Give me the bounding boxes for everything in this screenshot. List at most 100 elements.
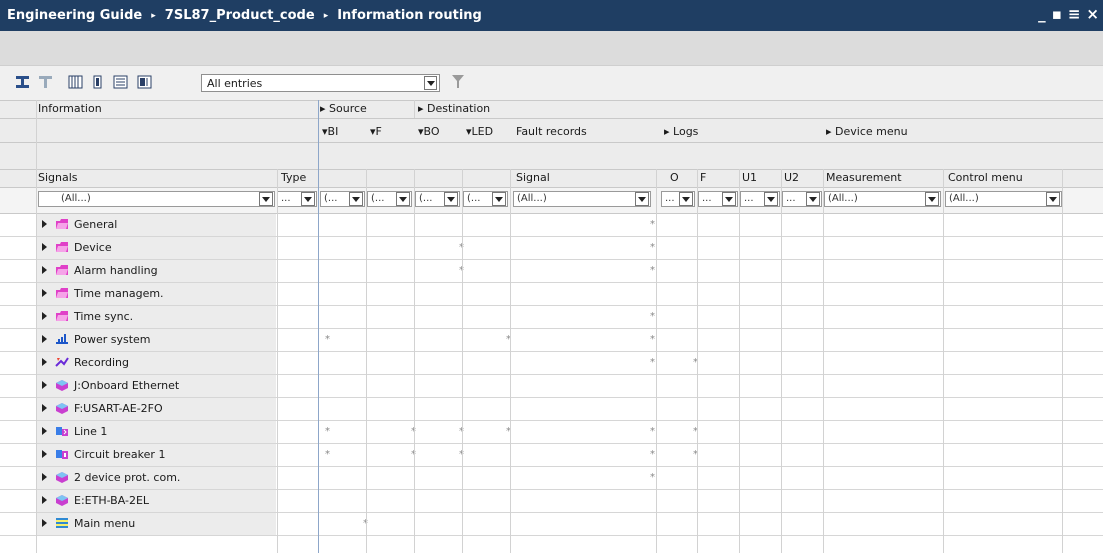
row-label[interactable]: Alarm handling — [42, 259, 158, 281]
table-row[interactable]: Power system * * * — [0, 328, 1103, 351]
control-menu-header[interactable]: Control menu — [948, 171, 1023, 184]
table-row[interactable]: Circuit breaker 1***** — [0, 443, 1103, 466]
routing-mark-o[interactable]: * — [650, 219, 655, 230]
expand-arrow-icon[interactable] — [42, 266, 47, 274]
minimize-icon[interactable]: _ — [1038, 5, 1046, 23]
chevron-down-icon[interactable] — [396, 192, 410, 206]
routing-mark-o[interactable]: * — [650, 334, 655, 345]
expand-arrow-icon[interactable] — [42, 220, 47, 228]
table-row[interactable]: Line 1****** — [0, 420, 1103, 443]
routing-mark-o[interactable]: * — [650, 242, 655, 253]
columns-icon[interactable] — [67, 74, 84, 90]
expand-icon[interactable] — [37, 74, 54, 90]
type-header[interactable]: Type — [281, 171, 306, 184]
expand-arrow-icon[interactable] — [42, 243, 47, 251]
expand-arrow-icon[interactable] — [42, 312, 47, 320]
chevron-down-icon[interactable] — [259, 192, 273, 206]
table-row[interactable]: General * — [0, 213, 1103, 236]
routing-mark-o[interactable]: * — [650, 357, 655, 368]
chevron-down-icon[interactable] — [492, 192, 506, 206]
row-label[interactable]: J:Onboard Ethernet — [42, 374, 179, 396]
f-log-filter[interactable]: ... — [698, 191, 738, 207]
f-column-header[interactable]: ▾F — [370, 125, 382, 138]
routing-mark-bi[interactable]: * — [325, 426, 330, 437]
table-row[interactable]: J:Onboard Ethernet — [0, 374, 1103, 397]
split-icon[interactable] — [136, 74, 153, 90]
row-label[interactable]: E:ETH-BA-2EL — [42, 489, 149, 511]
routing-mark-o[interactable]: * — [650, 472, 655, 483]
u2-filter[interactable]: ... — [782, 191, 822, 207]
chevron-down-icon[interactable] — [444, 192, 458, 206]
routing-mark-o[interactable]: * — [650, 449, 655, 460]
u2-header[interactable]: U2 — [784, 171, 799, 184]
routing-mark-o[interactable]: * — [650, 311, 655, 322]
routing-mark-bi[interactable]: * — [325, 449, 330, 460]
signals-header[interactable]: Signals — [38, 171, 78, 184]
chevron-down-icon[interactable] — [764, 192, 778, 206]
f-log-header[interactable]: F — [700, 171, 706, 184]
table-row[interactable]: Time sync. * — [0, 305, 1103, 328]
table-row[interactable]: Main menu* — [0, 512, 1103, 535]
bi-column-header[interactable]: ▾BI — [322, 125, 338, 138]
bo-filter[interactable]: (... — [415, 191, 460, 207]
row-label[interactable]: Power system — [42, 328, 151, 350]
row-label[interactable]: General — [42, 213, 117, 235]
chevron-down-icon[interactable] — [679, 192, 693, 206]
destination-header[interactable]: ▸ Destination — [418, 102, 490, 115]
table-row[interactable]: Device** — [0, 236, 1103, 259]
device-menu-header[interactable]: ▸ Device menu — [826, 125, 908, 138]
expand-arrow-icon[interactable] — [42, 450, 47, 458]
table-row[interactable]: Recording * * — [0, 351, 1103, 374]
signal-filter[interactable]: (All...) — [513, 191, 651, 207]
bo-column-header[interactable]: ▾BO — [418, 125, 440, 138]
led-column-header[interactable]: ▾LED — [466, 125, 493, 138]
insert-row-icon[interactable] — [14, 74, 31, 90]
routing-mark-bi[interactable]: * — [325, 334, 330, 345]
row-label[interactable]: F:USART-AE-2FO — [42, 397, 163, 419]
breadcrumb-information-routing[interactable]: Information routing — [337, 8, 482, 23]
funnel-icon[interactable] — [452, 75, 464, 92]
measurement-header[interactable]: Measurement — [826, 171, 902, 184]
row-label[interactable]: Main menu — [42, 512, 135, 534]
expand-arrow-icon[interactable] — [42, 427, 47, 435]
information-header[interactable]: Information — [38, 102, 102, 115]
led-filter[interactable]: (... — [463, 191, 508, 207]
table-row[interactable]: Time managem. — [0, 282, 1103, 305]
row-label[interactable]: Recording — [42, 351, 129, 373]
restore-icon[interactable]: ▪ — [1052, 5, 1062, 23]
menu-icon[interactable]: ≡ — [1068, 5, 1081, 23]
row-label[interactable]: Device — [42, 236, 112, 258]
breadcrumb-engineering-guide[interactable]: Engineering Guide — [7, 8, 142, 23]
chevron-down-icon[interactable] — [925, 192, 939, 206]
row-label[interactable]: Time sync. — [42, 305, 133, 327]
chevron-down-icon[interactable] — [301, 192, 315, 206]
entries-filter-select[interactable]: All entries — [201, 74, 440, 92]
o-header[interactable]: O — [670, 171, 679, 184]
table-row[interactable]: E:ETH-BA-2EL — [0, 489, 1103, 512]
chevron-down-icon[interactable] — [806, 192, 820, 206]
expand-arrow-icon[interactable] — [42, 404, 47, 412]
table-row[interactable]: F:USART-AE-2FO — [0, 397, 1103, 420]
bi-filter[interactable]: (... — [320, 191, 365, 207]
close-icon[interactable]: × — [1086, 5, 1099, 23]
signal-header[interactable]: Signal — [516, 171, 550, 184]
row-label[interactable]: Circuit breaker 1 — [42, 443, 165, 465]
expand-arrow-icon[interactable] — [42, 358, 47, 366]
fault-records-header[interactable]: Fault records — [516, 125, 587, 138]
column-icon[interactable] — [89, 74, 106, 90]
source-header[interactable]: ▸ Source — [320, 102, 367, 115]
table-row[interactable]: 2 device prot. com. * — [0, 466, 1103, 489]
o-filter[interactable]: ... — [661, 191, 695, 207]
expand-arrow-icon[interactable] — [42, 335, 47, 343]
expand-arrow-icon[interactable] — [42, 496, 47, 504]
logs-header[interactable]: ▸ Logs — [664, 125, 698, 138]
u1-header[interactable]: U1 — [742, 171, 757, 184]
control-menu-filter[interactable]: (All...) — [945, 191, 1062, 207]
chevron-down-icon[interactable] — [722, 192, 736, 206]
routing-mark-o[interactable]: * — [650, 265, 655, 276]
u1-filter[interactable]: ... — [740, 191, 780, 207]
chevron-down-icon[interactable] — [1046, 192, 1060, 206]
table-row[interactable]: Alarm handling** — [0, 259, 1103, 282]
chevron-down-icon[interactable] — [349, 192, 363, 206]
expand-arrow-icon[interactable] — [42, 381, 47, 389]
